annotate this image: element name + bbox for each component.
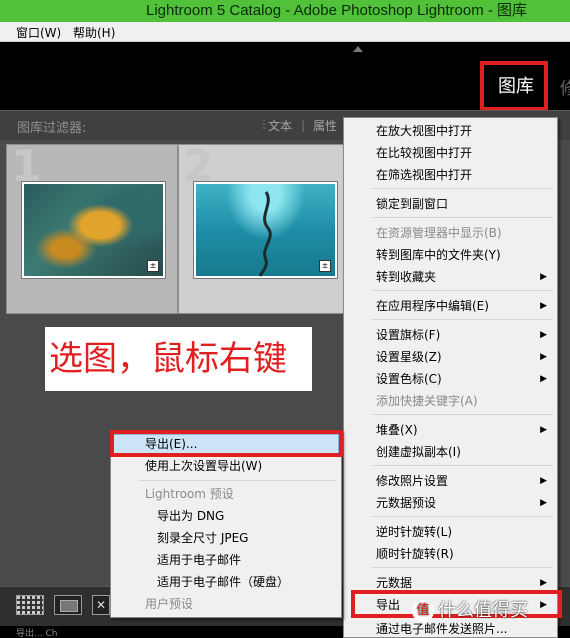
photo-thumbnail-coral[interactable]: ± <box>22 182 165 278</box>
context-menu-item-label: 元数据 <box>376 576 413 590</box>
menu-separator <box>372 290 553 291</box>
context-menu-item[interactable]: 设置色标(C) ▶ <box>344 368 557 390</box>
export-submenu-item[interactable]: 适用于电子邮件（硬盘） <box>111 571 341 593</box>
watermark-text: 什么值得买 <box>438 600 528 621</box>
context-menu-item-label: 添加快捷关键字(A) <box>376 394 478 408</box>
edit-badge-icon: ± <box>319 260 331 272</box>
context-menu-item-label: 堆叠(X) <box>376 423 418 437</box>
menu-separator <box>372 188 553 189</box>
window-title: Lightroom 5 Catalog - Adobe Photoshop Li… <box>0 0 570 22</box>
watermark-badge-icon: 值 <box>412 600 434 622</box>
context-menu-item-label: 设置色标(C) <box>376 372 442 386</box>
context-menu-item-label: 元数据预设 <box>376 496 437 510</box>
context-menu-item-label: 锁定到副窗口 <box>376 197 449 211</box>
watermark: 值什么值得买 <box>412 596 528 622</box>
context-menu-item[interactable]: 转到图库中的文件夹(Y) <box>344 244 557 266</box>
submenu-arrow-icon: ▶ <box>540 425 547 435</box>
menu-separator <box>372 414 553 415</box>
context-menu-item-label: 通过电子邮件发送照片... <box>376 622 508 636</box>
context-menu-item[interactable]: 设置旗标(F) ▶ <box>344 324 557 346</box>
grid-view-icon[interactable] <box>16 595 44 615</box>
context-menu-item-label: 在筛选视图中打开 <box>376 168 473 182</box>
context-menu-item[interactable]: 在筛选视图中打开 <box>344 164 557 186</box>
grid-cell-1[interactable]: 1 ± <box>6 141 178 314</box>
context-menu-item-label: 在放大视图中打开 <box>376 124 473 138</box>
submenu-arrow-icon: ▶ <box>540 476 547 486</box>
context-menu-item: 添加快捷关键字(A) <box>344 390 557 412</box>
menu-separator <box>372 217 553 218</box>
submenu-arrow-icon: ▶ <box>540 352 547 362</box>
export-submenu-item: Lightroom 预设 <box>145 487 234 501</box>
menu-separator <box>372 567 553 568</box>
submenu-arrow-icon: ▶ <box>540 498 547 508</box>
context-menu-item-label: 在应用程序中编辑(E) <box>376 299 489 313</box>
sea-creature-icon <box>258 191 272 277</box>
menu-window[interactable]: 窗口(W) <box>16 24 61 41</box>
export-submenu-item[interactable]: 导出为 DNG <box>111 505 341 527</box>
context-menu-item-label: 设置旗标(F) <box>376 328 441 342</box>
lightroom-window: Lightroom 5 Catalog - Adobe Photoshop Li… <box>0 0 570 638</box>
context-menu-item[interactable]: 在比较视图中打开 <box>344 142 557 164</box>
filter-attribute-button[interactable]: 属性 <box>313 117 337 134</box>
context-menu-item[interactable]: 设置星级(Z) ▶ <box>344 346 557 368</box>
submenu-arrow-icon: ▶ <box>540 272 547 282</box>
menu-separator <box>139 480 337 481</box>
context-menu-item-label: 设置星级(Z) <box>376 350 442 364</box>
module-develop-tab[interactable]: 修 <box>560 74 570 99</box>
context-menu-item-label: 转到收藏夹 <box>376 270 437 284</box>
submenu-arrow-icon: ▶ <box>540 374 547 384</box>
context-menu-item-label: 在资源管理器中显示(B) <box>376 226 502 240</box>
status-text: 导出... Ch <box>16 629 58 638</box>
menu-separator <box>372 319 553 320</box>
export-submenu: 导出(E)... 使用上次设置导出(W) Lightroom 预设 导出为 DNG 刻录… <box>110 430 342 618</box>
menu-bar: 窗口(W) 帮助(H) <box>0 22 570 42</box>
photo-thumbnail-sea[interactable]: ± <box>194 182 337 278</box>
menu-separator <box>372 516 553 517</box>
filter-text-button[interactable]: 文本 <box>268 117 292 134</box>
menu-help[interactable]: 帮助(H) <box>73 24 115 41</box>
context-menu-item[interactable]: 转到收藏夹 ▶ <box>344 266 557 288</box>
context-menu-item[interactable]: 修改照片设置 ▶ <box>344 470 557 492</box>
context-menu-item-label: 转到图库中的文件夹(Y) <box>376 248 501 262</box>
menu-separator <box>372 465 553 466</box>
highlight-library-box <box>480 61 548 111</box>
export-submenu-item[interactable]: 适用于电子邮件 <box>111 549 341 571</box>
submenu-arrow-icon: ▶ <box>540 330 547 340</box>
highlight-export-item <box>110 430 343 457</box>
export-submenu-item[interactable]: 使用上次设置导出(W) <box>111 455 341 477</box>
context-menu-item-label: 顺时针旋转(R) <box>376 547 454 561</box>
context-menu-item[interactable]: 堆叠(X) ▶ <box>344 419 557 441</box>
filter-divider-2: | <box>301 118 306 132</box>
annotation-caption: 选图，鼠标右键 <box>45 327 312 391</box>
context-menu-item[interactable]: 锁定到副窗口 <box>344 193 557 215</box>
compare-view-icon[interactable]: ✕ <box>92 595 110 615</box>
context-menu: 在放大视图中打开 在比较视图中打开 在筛选视图中打开 锁定到副窗口在资源管理器中显示(… <box>343 117 558 638</box>
export-submenu-item[interactable]: 刻录全尺寸 JPEG <box>111 527 341 549</box>
context-menu-item-label: 创建虚拟副本(I) <box>376 445 461 459</box>
export-submenu-item: 用户预设 <box>145 597 194 611</box>
context-menu-item[interactable]: 在应用程序中编辑(E) ▶ <box>344 295 557 317</box>
loupe-view-icon[interactable] <box>54 595 82 615</box>
context-menu-item-label: 修改照片设置 <box>376 474 449 488</box>
grid-cell-2[interactable]: 2 ± <box>178 141 353 314</box>
context-menu-item[interactable]: 元数据预设 ▶ <box>344 492 557 514</box>
context-menu-item[interactable]: 创建虚拟副本(I) <box>344 441 557 463</box>
context-menu-item[interactable]: 顺时针旋转(R) <box>344 543 557 565</box>
context-menu-item: 在资源管理器中显示(B) <box>344 222 557 244</box>
context-menu-item[interactable]: 逆时针旋转(L) <box>344 521 557 543</box>
edit-badge-icon: ± <box>147 260 159 272</box>
context-menu-item-label: 逆时针旋转(L) <box>376 525 453 539</box>
collapse-top-panel-icon[interactable] <box>353 46 363 52</box>
filter-label: 图库过滤器: <box>17 121 87 136</box>
context-menu-item-label: 在比较视图中打开 <box>376 146 473 160</box>
submenu-arrow-icon: ▶ <box>540 301 547 311</box>
context-menu-item[interactable]: 在放大视图中打开 <box>344 120 557 142</box>
